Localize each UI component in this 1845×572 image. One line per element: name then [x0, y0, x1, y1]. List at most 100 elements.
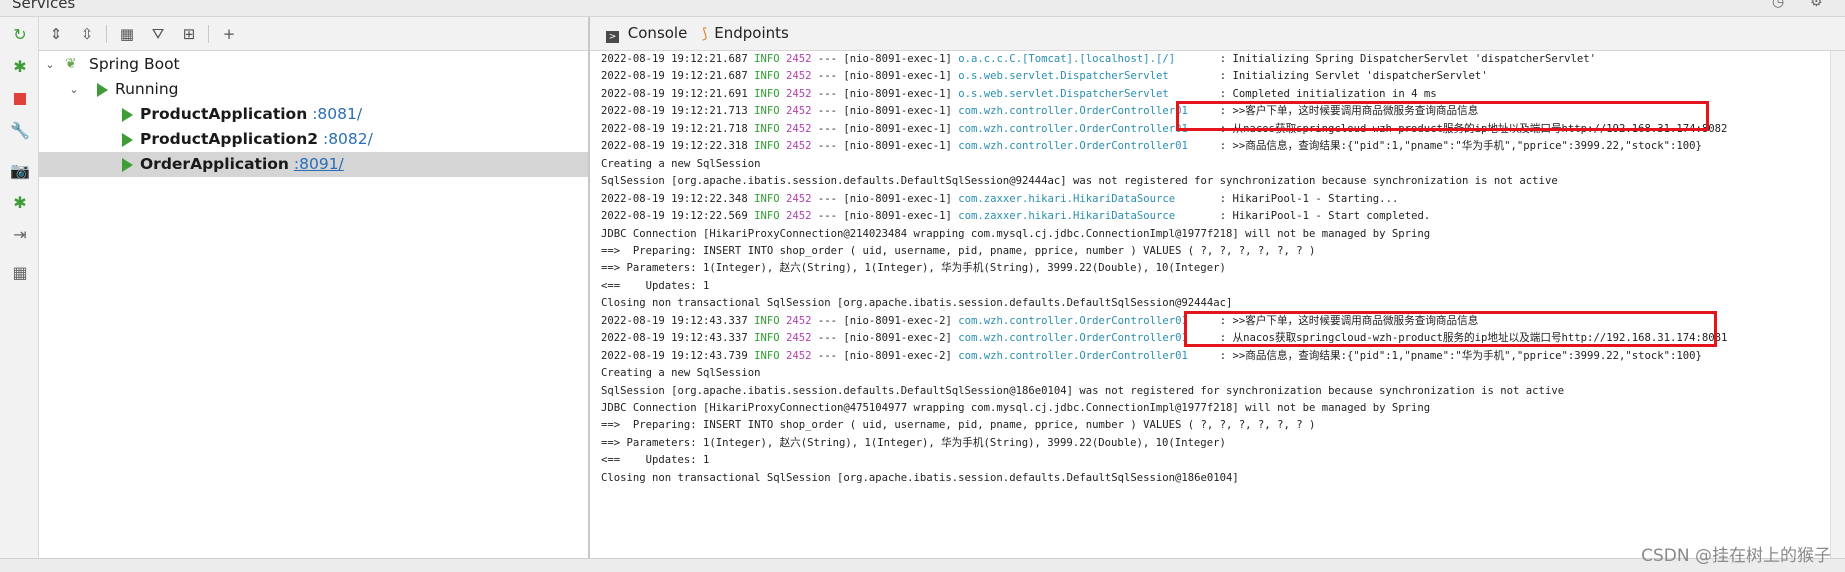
console-icon: > [606, 31, 619, 43]
log-line: 2022-08-19 19:12:22.318 INFO 2452 --- [n… [601, 138, 1702, 155]
log-thr: --- [nio-8091-exec-1] [817, 87, 952, 100]
log-pid: 2452 [786, 105, 812, 118]
highlight-box [1176, 101, 1709, 131]
log-thr: --- [nio-8091-exec-1] [817, 70, 952, 83]
console-output[interactable]: 2022-08-19 19:12:21.687 INFO 2452 --- [n… [590, 51, 1830, 558]
new-tab-icon[interactable]: ⊞ [178, 24, 200, 44]
log-line: JDBC Connection [HikariProxyConnection@4… [601, 402, 1431, 414]
log-msg: : Completed initialization in 4 ms [1213, 87, 1437, 100]
app-name: ProductApplication2 [140, 130, 319, 148]
clock-icon[interactable]: ◷ [1772, 0, 1784, 10]
chevron-down-icon[interactable]: ⌄ [67, 77, 81, 102]
tab-endpoints[interactable]: ⟆ Endpoints [702, 17, 789, 50]
tab-label: Endpoints [714, 24, 789, 42]
log-ts: 2022-08-19 19:12:43.337 [601, 332, 748, 345]
rerun-icon[interactable]: ↻ [10, 25, 30, 45]
vertical-scrollbar[interactable] [1830, 51, 1845, 558]
group-by-icon[interactable]: ▦ [116, 24, 138, 44]
expand-all-icon[interactable]: ⇕ [45, 24, 67, 44]
log-lvl: INFO [754, 349, 780, 362]
spring-boot-icon: ❦ [65, 56, 77, 72]
log-lvl: INFO [754, 332, 780, 345]
log-thr: --- [nio-8091-exec-1] [817, 210, 952, 223]
tree-item-order-application[interactable]: OrderApplication :8091/ [39, 152, 588, 177]
log-thr: --- [nio-8091-exec-1] [817, 192, 952, 205]
log-logger: com.zaxxer.hikari.HikariDataSource [958, 192, 1214, 205]
log-lvl: INFO [754, 210, 780, 223]
log-pid: 2452 [786, 332, 812, 345]
log-line: ==> Parameters: 1(Integer), 赵六(String), … [601, 436, 1226, 449]
console-tab-bar: > Console ⟆ Endpoints [590, 17, 1845, 51]
log-msg: : >>商品信息，查询结果:{"pid":1,"pname":"华为手机","p… [1213, 349, 1702, 362]
log-ts: 2022-08-19 19:12:22.348 [601, 192, 748, 205]
log-line: <== Updates: 1 [601, 279, 710, 292]
log-thr: --- [nio-8091-exec-1] [817, 105, 952, 118]
log-msg: : Initializing Spring DispatcherServlet … [1213, 53, 1597, 65]
log-line: Closing non transactional SqlSession [or… [601, 297, 1233, 310]
app-name: ProductApplication [140, 105, 308, 123]
app-name: OrderApplication [140, 155, 289, 173]
log-line: Creating a new SqlSession [601, 157, 761, 170]
log-logger: com.wzh.controller.OrderController01 [958, 140, 1214, 153]
chevron-down-icon[interactable]: ⌄ [43, 52, 57, 77]
services-action-strip: ↻ ✱ 🔧 📷 ✱ ⇥ ▦ [0, 17, 39, 558]
log-thr: --- [nio-8091-exec-1] [817, 140, 952, 153]
log-line: 2022-08-19 19:12:22.569 INFO 2452 --- [n… [601, 208, 1430, 225]
camera-icon[interactable]: 📷 [10, 161, 30, 181]
log-msg: : Initializing Servlet 'dispatcherServle… [1213, 70, 1488, 83]
stop-icon[interactable] [10, 89, 30, 109]
log-msg: : HikariPool-1 - Starting... [1213, 192, 1399, 205]
log-ts: 2022-08-19 19:12:43.739 [601, 349, 748, 362]
tree-item-spring-boot[interactable]: ⌄ ❦ Spring Boot [39, 52, 588, 77]
gear-icon[interactable]: ⚙ [1810, 0, 1823, 10]
log-logger: com.wzh.controller.OrderController01 [958, 314, 1214, 327]
layout-icon[interactable]: ▦ [10, 263, 30, 283]
log-line: 2022-08-19 19:12:21.687 INFO 2452 --- [n… [601, 68, 1488, 85]
log-pid: 2452 [786, 87, 812, 100]
toolbar-divider [106, 25, 107, 43]
tree-toolbar: ⇕ ⇳ ▦ ⛛ ⊞ + [39, 17, 588, 51]
log-line: <== Updates: 1 [601, 454, 710, 467]
log-line: 2022-08-19 19:12:21.687 INFO 2452 --- [n… [601, 51, 1596, 68]
log-pid: 2452 [786, 53, 812, 65]
status-bar [0, 558, 1845, 572]
tree-item-label: Running [115, 80, 179, 98]
log-line: SqlSession [org.apache.ibatis.session.de… [601, 175, 1558, 188]
endpoints-icon: ⟆ [702, 26, 708, 42]
services-tree: ⌄ ❦ Spring Boot ⌄ Running ProductApplica… [39, 51, 588, 558]
tree-item-product-application2[interactable]: ProductApplication2 :8082/ [39, 127, 588, 152]
app-port-link[interactable]: :8082/ [323, 130, 373, 148]
login-icon[interactable]: ⇥ [10, 225, 30, 245]
log-pid: 2452 [786, 122, 812, 135]
add-service-icon[interactable]: + [218, 24, 240, 44]
log-logger: com.zaxxer.hikari.HikariDataSource [958, 210, 1214, 223]
filter-icon[interactable]: ⛛ [147, 24, 169, 44]
app-port-link[interactable]: :8091/ [294, 155, 344, 173]
tree-item-label: Spring Boot [89, 55, 180, 73]
log-lvl: INFO [754, 314, 780, 327]
log-thr: --- [nio-8091-exec-2] [817, 332, 952, 345]
tool-window-header: Services ◷ ⚙ [0, 0, 1845, 17]
log-ts: 2022-08-19 19:12:21.687 [601, 53, 748, 65]
log-msg: : HikariPool-1 - Start completed. [1213, 210, 1431, 223]
app-port-link[interactable]: :8081/ [312, 105, 362, 123]
log-lvl: INFO [754, 140, 780, 153]
log-pid: 2452 [786, 70, 812, 83]
log-line: Creating a new SqlSession [601, 367, 761, 380]
window-title: Services [12, 0, 76, 12]
wrench-icon[interactable]: 🔧 [10, 121, 30, 141]
debug-settings-icon[interactable]: ✱ [10, 193, 30, 213]
log-pid: 2452 [786, 140, 812, 153]
tab-console[interactable]: > Console [606, 17, 687, 50]
log-line: 2022-08-19 19:12:22.348 INFO 2452 --- [n… [601, 191, 1398, 208]
tree-item-running[interactable]: ⌄ Running [39, 77, 588, 102]
log-logger: com.wzh.controller.OrderController01 [958, 332, 1214, 345]
tree-item-product-application[interactable]: ProductApplication :8081/ [39, 102, 588, 127]
run-icon [122, 158, 133, 172]
log-lvl: INFO [754, 53, 780, 65]
log-line: JDBC Connection [HikariProxyConnection@2… [601, 227, 1431, 240]
collapse-all-icon[interactable]: ⇳ [76, 24, 98, 44]
watermark: CSDN @挂在树上的猴子 [1641, 546, 1831, 566]
log-thr: --- [nio-8091-exec-1] [817, 53, 952, 65]
debug-icon[interactable]: ✱ [10, 57, 30, 77]
